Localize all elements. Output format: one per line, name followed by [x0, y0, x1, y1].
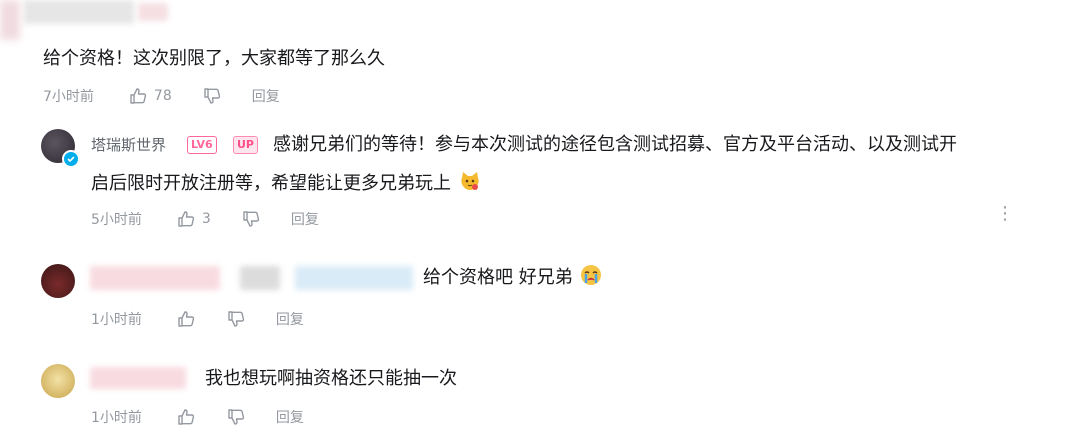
comment-2-text-line2: 启后限时开放注册等，希望能让更多兄弟玩上: [91, 173, 451, 194]
comment-2-dislike-button[interactable]: [241, 209, 261, 229]
avatar-user-3[interactable]: [41, 264, 75, 298]
level-badge: LV6: [187, 136, 217, 154]
blurred-badge-3: [240, 266, 280, 290]
comment-4-time: 1小时前: [91, 410, 142, 426]
like-icon: [176, 209, 196, 229]
blurred-username-4: [90, 367, 186, 389]
comment-4-like-button[interactable]: [176, 407, 196, 427]
comment-2-more-menu[interactable]: ⋮: [996, 205, 1014, 223]
comment-2-reply-button[interactable]: 回复: [291, 209, 319, 229]
comment-4-dislike-button[interactable]: [226, 407, 246, 427]
verified-badge-icon: [62, 150, 80, 168]
comment-3-meta: 1小时前 回复: [91, 307, 334, 331]
comment-2-like-count: 3: [201, 211, 211, 227]
comment-1-dislike-button[interactable]: [202, 86, 222, 106]
comment-4-meta: 1小时前 回复: [91, 405, 334, 429]
comment-1-time: 7小时前: [43, 89, 94, 105]
comment-1-like-button[interactable]: 78: [128, 86, 172, 106]
comment-2-time: 5小时前: [91, 212, 142, 228]
comment-3-text-wrap: 给个资格吧 好兄弟: [423, 262, 602, 297]
comment-3-dislike-button[interactable]: [226, 309, 246, 329]
comment-2-text-line1: 感谢兄弟们的等待！参与本次测试的途径包含测试招募、官方及平台活动、以及测试开: [273, 134, 957, 155]
comment-2-text-line2-wrap: 启后限时开放注册等，希望能让更多兄弟玩上: [91, 168, 481, 203]
up-badge: UP: [233, 136, 258, 154]
comment-2-meta: 5小时前 3 回复: [91, 207, 349, 231]
avatar-user-4[interactable]: [41, 364, 75, 398]
comment-3-time: 1小时前: [91, 312, 142, 328]
blurred-username-top: [24, 0, 134, 24]
comment-3-reply-button[interactable]: 回复: [276, 309, 304, 329]
cat-emoji-icon: [459, 170, 481, 203]
dislike-icon: [202, 86, 222, 106]
dislike-icon: [226, 407, 246, 427]
comment-4-text: 我也想玩啊抽资格还只能抽一次: [205, 368, 457, 389]
comment-2-like-button[interactable]: 3: [176, 209, 211, 229]
comment-1-like-count: 78: [153, 88, 172, 104]
comment-1-text: 给个资格！这次别限了，大家都等了那么久: [43, 48, 385, 69]
blurred-badge-top: [138, 3, 168, 21]
blurred-username-3: [90, 266, 220, 290]
comment-3-text: 给个资格吧 好兄弟: [423, 267, 573, 288]
dislike-icon: [241, 209, 261, 229]
blurred-text-3: [295, 266, 413, 290]
crying-emoji-icon: [580, 264, 602, 297]
like-icon: [176, 407, 196, 427]
dislike-icon: [226, 309, 246, 329]
comment-1-meta: 7小时前 78 回复: [43, 84, 310, 108]
comment-4-reply-button[interactable]: 回复: [276, 407, 304, 427]
comment-2-username[interactable]: 塔瑞斯世界: [91, 134, 166, 155]
comment-1-reply-button[interactable]: 回复: [252, 86, 280, 106]
like-icon: [176, 309, 196, 329]
comment-3-like-button[interactable]: [176, 309, 196, 329]
like-icon: [128, 86, 148, 106]
blurred-avatar-top: [0, 0, 20, 40]
